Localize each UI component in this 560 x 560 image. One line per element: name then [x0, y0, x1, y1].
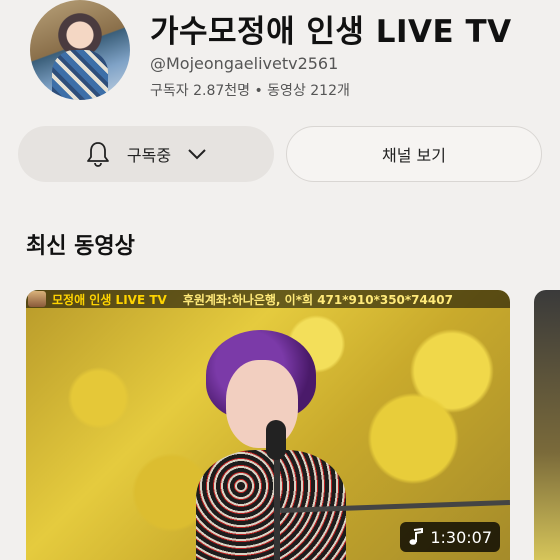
view-channel-button[interactable]: 채널 보기 — [286, 126, 542, 182]
bell-icon — [85, 140, 111, 168]
video-thumbnail[interactable]: 모정애 인생 LIVE TV 후원계좌:하나은행, 이*희 471*910*35… — [26, 290, 510, 560]
thumbnail-banner: 모정애 인생 LIVE TV 후원계좌:하나은행, 이*희 471*910*35… — [26, 290, 510, 308]
view-channel-label: 채널 보기 — [382, 146, 446, 165]
channel-stats: 구독자 2.87천명 • 동영상 212개 — [150, 83, 350, 99]
overlay-title: 모정애 인생 LIVE TV — [52, 292, 167, 307]
latest-videos-heading: 최신 동영상 — [26, 234, 135, 259]
channel-logo-icon — [28, 291, 46, 307]
overlay-donation: 후원계좌:하나은행, 이*희 471*910*350*74407 — [182, 292, 453, 307]
subscribe-label: 구독중 — [126, 146, 172, 165]
duration-text: 1:30:07 — [430, 527, 492, 547]
duration-badge: 1:30:07 — [400, 522, 500, 552]
channel-avatar[interactable] — [30, 0, 130, 100]
channel-title: 가수모정애 인생 LIVE TV — [150, 14, 512, 50]
channel-handle: @Mojeongaelivetv2561 — [150, 54, 339, 73]
music-note-icon — [408, 528, 424, 546]
microphone — [266, 420, 286, 460]
next-video-thumbnail[interactable] — [534, 290, 560, 560]
chevron-down-icon — [187, 148, 207, 160]
subscribe-button[interactable]: 구독중 — [18, 126, 274, 182]
